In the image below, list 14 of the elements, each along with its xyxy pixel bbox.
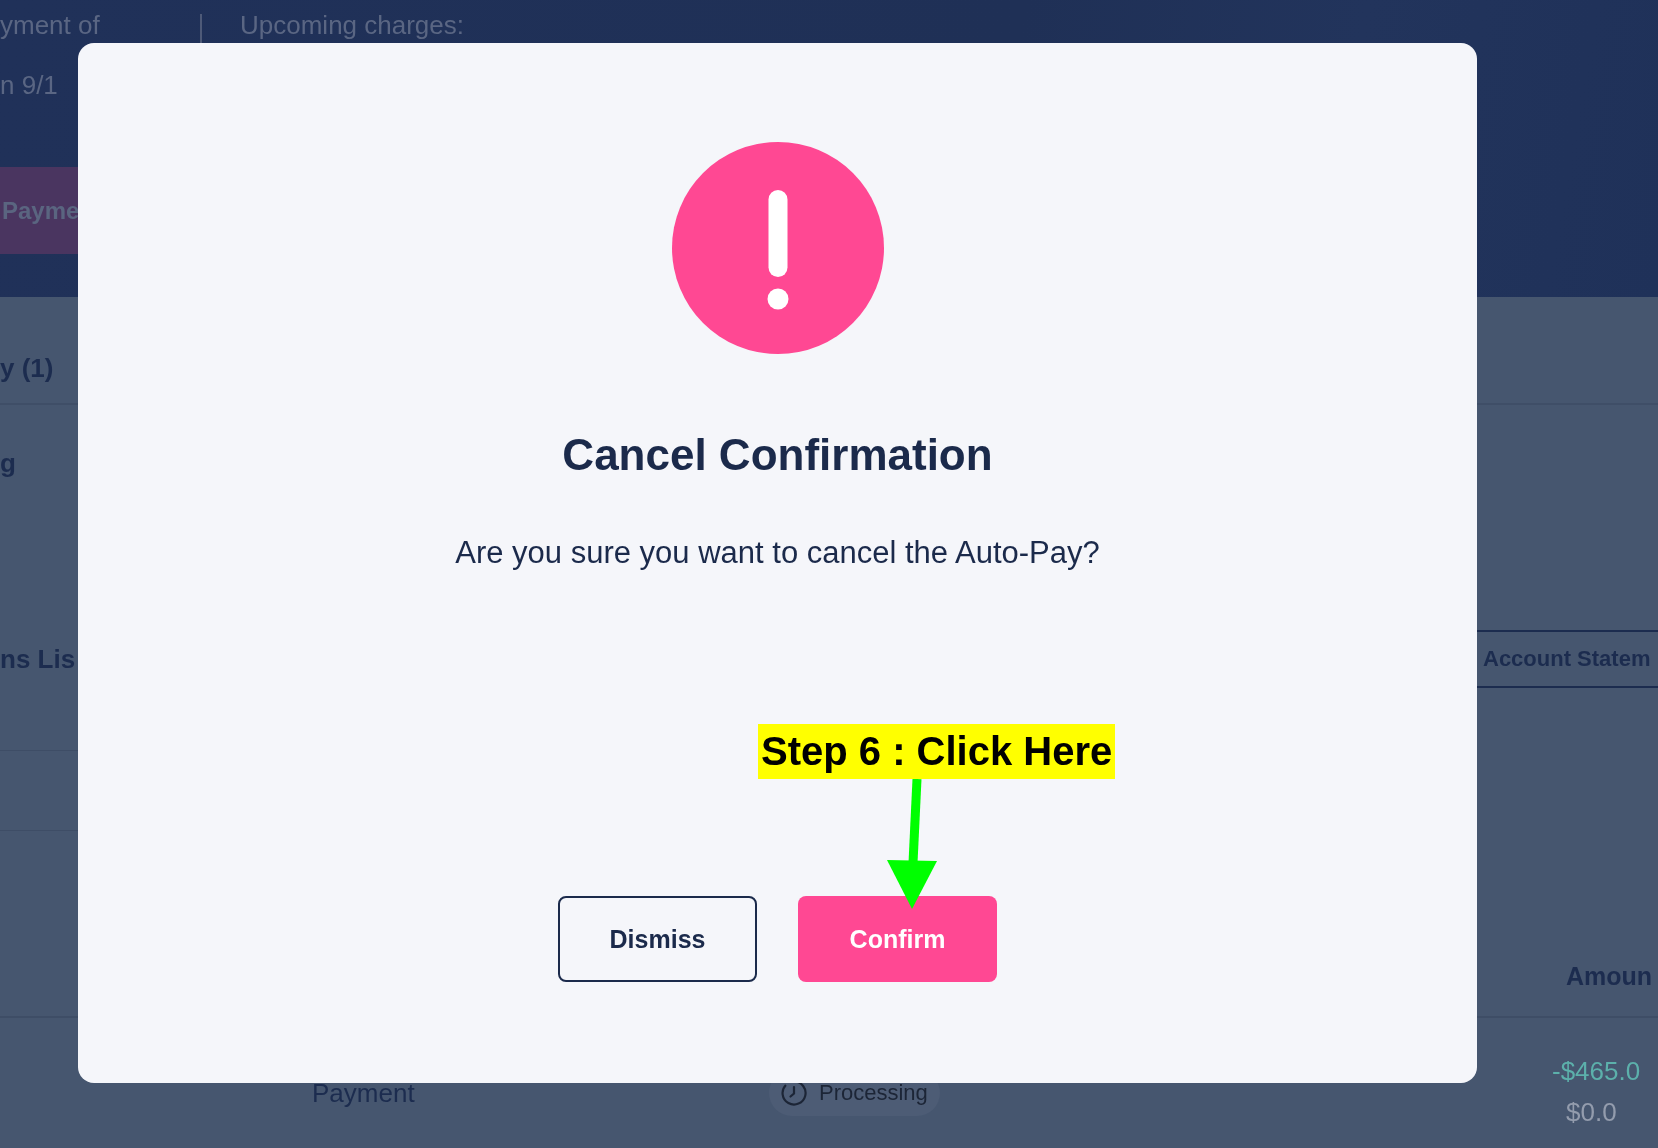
table-cell-text: $0.0 bbox=[1566, 1096, 1617, 1129]
dialog-message: Are you sure you want to cancel the Auto-Pay? bbox=[455, 535, 1100, 571]
arrow-icon bbox=[886, 779, 938, 909]
alert-icon bbox=[671, 142, 884, 354]
payment-info-text: yment of bbox=[0, 10, 101, 40]
dialog-title: Cancel Confirmation bbox=[562, 429, 993, 481]
dismiss-button[interactable]: Dismiss bbox=[558, 896, 757, 982]
payment-info-text: n 9/1 bbox=[0, 70, 59, 100]
table-cell-text: -$465.0 bbox=[1552, 1055, 1641, 1088]
clock-icon bbox=[781, 1080, 807, 1106]
annotation-label: Step 6 : Click Here bbox=[758, 724, 1116, 779]
status-text: Processing bbox=[819, 1080, 928, 1106]
confirm-button[interactable]: Confirm bbox=[798, 896, 997, 982]
upcoming-charges-label: Upcoming charges: bbox=[240, 10, 464, 40]
